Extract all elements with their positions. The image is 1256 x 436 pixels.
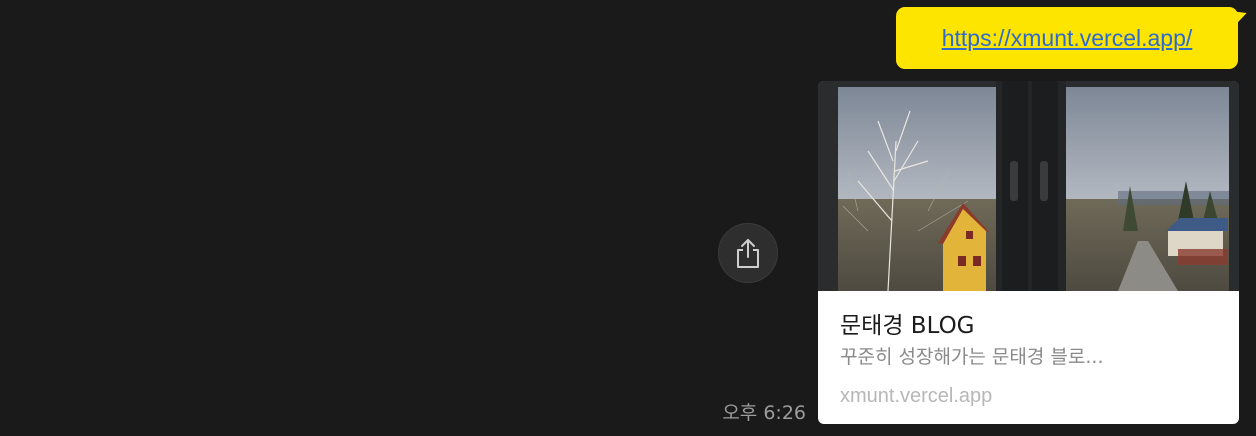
share-icon: [737, 239, 759, 268]
link-preview-domain: xmunt.vercel.app: [840, 385, 993, 407]
share-button[interactable]: [718, 223, 778, 283]
thumbnail-image: [818, 81, 1239, 291]
message-link[interactable]: https://xmunt.vercel.app/: [942, 25, 1193, 52]
link-preview-body: 문태경 BLOG 꾸준히 성장해가는 문태경 블로... xmunt.verce…: [818, 291, 1239, 409]
link-preview-title: 문태경 BLOG: [840, 313, 975, 339]
message-bubble: https://xmunt.vercel.app/: [896, 7, 1238, 69]
link-preview-description: 꾸준히 성장해가는 문태경 블로...: [840, 346, 1104, 368]
message-timestamp: 오후 6:26: [722, 402, 806, 424]
link-preview-card[interactable]: 문태경 BLOG 꾸준히 성장해가는 문태경 블로... xmunt.verce…: [818, 81, 1239, 424]
chat-view: https://xmunt.vercel.app/ 문태경 BLOG 꾸준히 성…: [0, 0, 1256, 436]
